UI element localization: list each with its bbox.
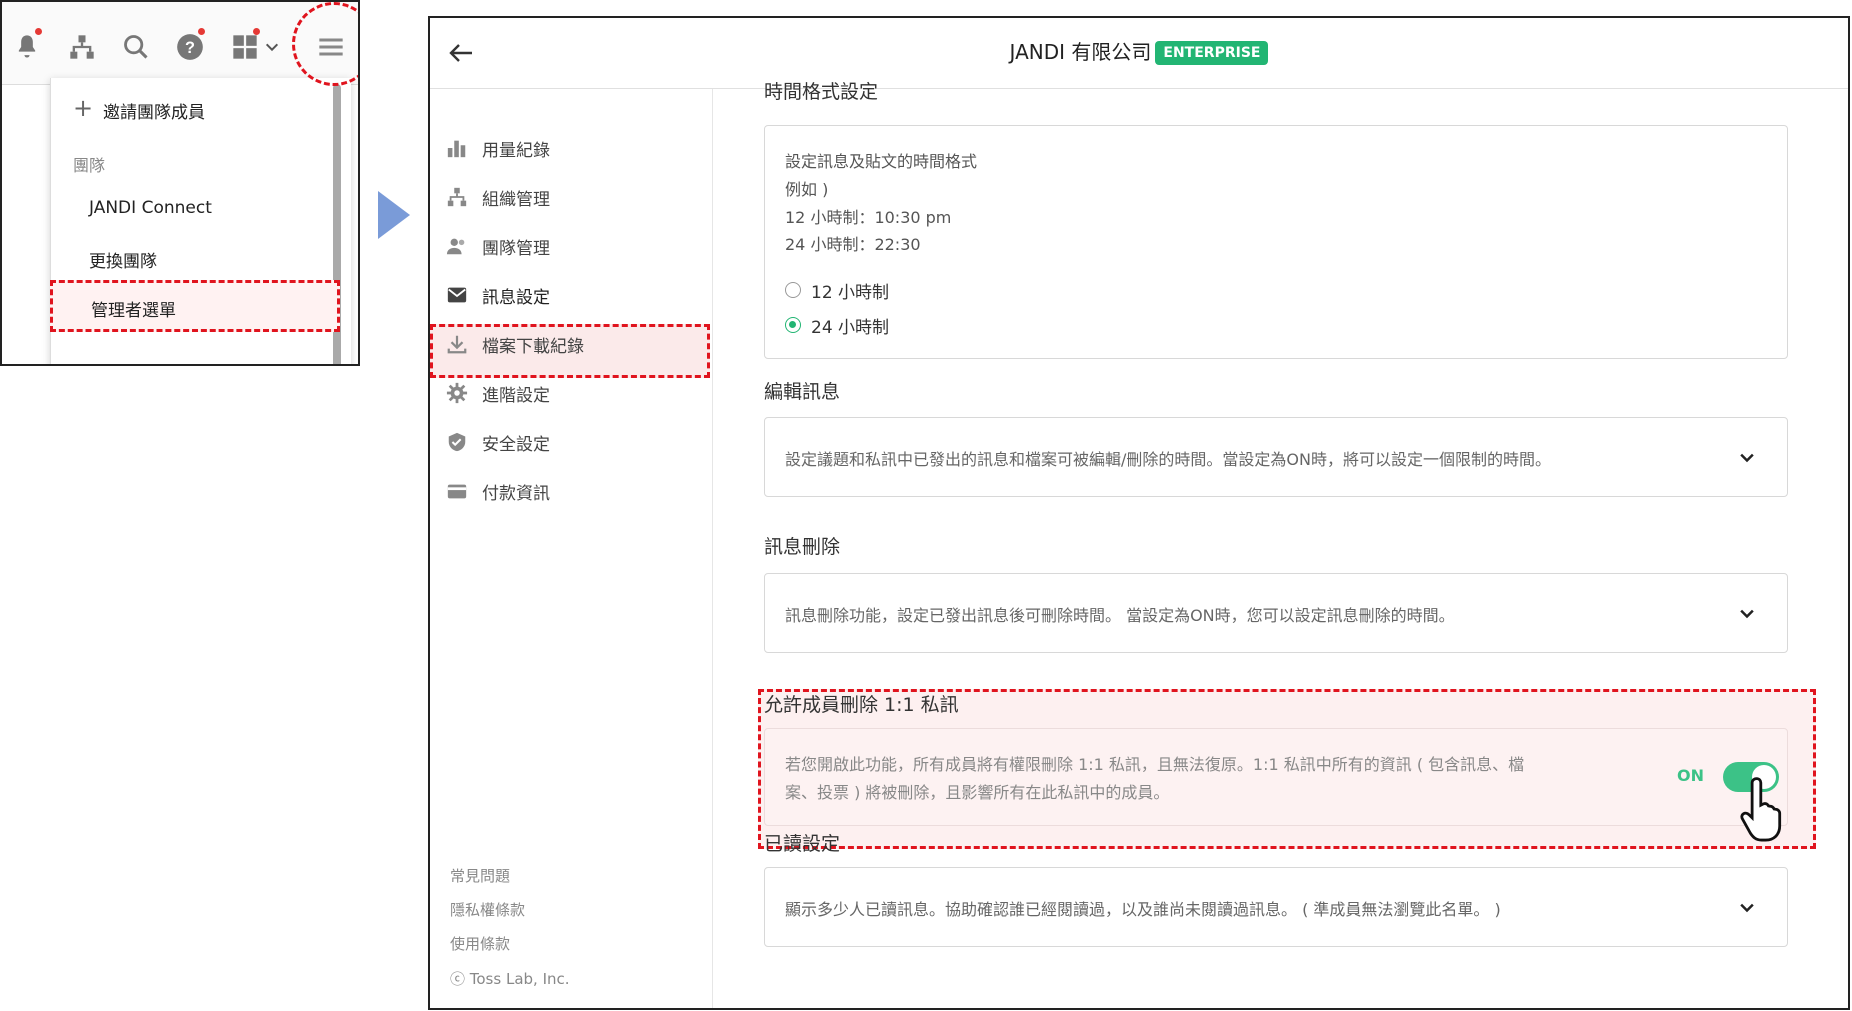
- allow-delete-dm-desc-line1: 若您開啟此功能，所有成員將有權限刪除 1:1 私訊，且無法復原。1:1 私訊中所…: [785, 755, 1525, 774]
- enterprise-badge: ENTERPRISE: [1155, 41, 1269, 65]
- sidebar-item-message-settings[interactable]: 訊息設定: [446, 279, 706, 311]
- hand-cursor-icon: [1740, 777, 1782, 842]
- sidebar-item-label: 安全設定: [482, 434, 550, 455]
- chevron-down-icon[interactable]: [1737, 604, 1757, 624]
- sidebar-item-label: 進階設定: [482, 385, 550, 406]
- page-header: JANDI 有限公司 ENTERPRISE: [430, 18, 1848, 89]
- delete-message-card[interactable]: 訊息刪除功能，設定已發出訊息後可刪除時間。 當設定為ON時，您可以設定訊息刪除的…: [764, 573, 1788, 653]
- sidebar-item-security[interactable]: 安全設定: [446, 426, 706, 458]
- sidebar-item-advanced[interactable]: 進階設定: [446, 377, 706, 409]
- sidebar-item-usage[interactable]: 用量紀錄: [446, 132, 706, 164]
- example-24h: 24 小時制：22:30: [785, 235, 921, 254]
- gear-icon: [446, 382, 468, 404]
- jandi-connect-label: JANDI Connect: [89, 198, 212, 218]
- sidebar-item-organization[interactable]: 組織管理: [446, 181, 706, 213]
- faq-link[interactable]: 常見問題: [450, 865, 510, 886]
- card-icon: [447, 484, 467, 499]
- time-format-card: 設定訊息及貼文的時間格式 例如 ) 12 小時制：10:30 pm 24 小時制…: [764, 125, 1788, 359]
- read-setting-desc: 顯示多少人已讀訊息。協助確認誰已經閱讀過，以及誰尚未閱讀過訊息。 ( 準成員無法…: [785, 900, 1501, 919]
- sidebar-item-label: 用量紀錄: [482, 140, 550, 161]
- settings-content: 時間格式設定 設定訊息及貼文的時間格式 例如 ) 12 小時制：10:30 pm…: [714, 81, 1848, 1008]
- org-chart-icon[interactable]: [67, 32, 97, 62]
- admin-settings-window: JANDI 有限公司 ENTERPRISE 用量紀錄 組織管理 團隊管理 訊息設定…: [428, 16, 1850, 1010]
- edit-message-desc: 設定議題和私訊中已發出的訊息和檔案可被編輯/刪除的時間。當設定為ON時，將可以設…: [785, 450, 1551, 469]
- chevron-down-icon[interactable]: [1737, 448, 1757, 468]
- envelope-icon: [447, 287, 467, 303]
- allow-delete-dm-card: 若您開啟此功能，所有成員將有權限刪除 1:1 私訊，且無法復原。1:1 私訊中所…: [764, 728, 1788, 842]
- time-format-title: 時間格式設定: [764, 81, 879, 103]
- admin-menu-label: 管理者選單: [91, 301, 176, 321]
- bar-chart-icon: [447, 140, 466, 158]
- chevron-down-icon[interactable]: [1737, 898, 1757, 918]
- sidebar-item-label: 訊息設定: [482, 287, 550, 308]
- team-section-label: 團隊: [73, 156, 106, 175]
- edit-message-card[interactable]: 設定議題和私訊中已發出的訊息和檔案可被編輯/刪除的時間。當設定為ON時，將可以設…: [764, 417, 1788, 497]
- org-chart-icon: [447, 187, 467, 207]
- time-format-desc: 設定訊息及貼文的時間格式: [785, 152, 978, 171]
- radio-12h[interactable]: [785, 282, 801, 298]
- terms-link[interactable]: 使用條款: [450, 933, 510, 954]
- sidebar-item-label: 組織管理: [482, 189, 550, 210]
- toggle-state-label: ON: [1677, 766, 1704, 785]
- radio-24h[interactable]: [785, 317, 801, 333]
- delete-message-desc: 訊息刪除功能，設定已發出訊息後可刪除時間。 當設定為ON時，您可以設定訊息刪除的…: [785, 606, 1455, 625]
- read-setting-title: 已讀設定: [764, 833, 841, 855]
- admin-menu-item[interactable]: 管理者選單: [50, 280, 340, 332]
- radio-24h-label: 24 小時制: [811, 318, 890, 338]
- company-name: JANDI 有限公司: [1009, 40, 1152, 64]
- admin-sidebar: 用量紀錄 組織管理 團隊管理 訊息設定 檔案下載紀錄 進階設定 安全設定 付款資…: [430, 89, 713, 1008]
- radio-12h-label: 12 小時制: [811, 283, 890, 303]
- edit-message-title: 編輯訊息: [764, 381, 841, 403]
- page-title: JANDI 有限公司 ENTERPRISE: [430, 36, 1848, 65]
- sidebar-item-file-download[interactable]: 檔案下載紀錄: [446, 328, 706, 360]
- switch-team-label: 更換團隊: [89, 252, 157, 272]
- copyright-text: ⓒ Toss Lab, Inc.: [450, 970, 570, 988]
- invite-members-label: 邀請團隊成員: [103, 103, 205, 123]
- privacy-link[interactable]: 隱私權條款: [450, 899, 525, 920]
- users-icon: [446, 238, 465, 255]
- sidebar-item-team[interactable]: 團隊管理: [446, 230, 706, 262]
- sidebar-item-label: 檔案下載紀錄: [482, 336, 584, 357]
- team-menu-panel: ? + 邀請團隊成員 團隊 JANDI Connect 更換團隊 管理者選單: [0, 0, 360, 366]
- search-icon[interactable]: [121, 32, 151, 62]
- chevron-down-icon[interactable]: [262, 32, 282, 62]
- sidebar-item-label: 付款資訊: [482, 483, 550, 504]
- allow-delete-dm-desc-line2: 案、投票 ) 將被刪除，且影響所有在此私訊中的成員。: [785, 783, 1170, 802]
- svg-text:?: ?: [185, 39, 195, 57]
- help-icon[interactable]: ?: [175, 28, 205, 62]
- bell-icon[interactable]: [12, 28, 42, 62]
- shield-icon: [448, 432, 466, 452]
- sidebar-item-payment[interactable]: 付款資訊: [446, 475, 706, 507]
- time-format-example: 例如 ): [785, 180, 829, 199]
- plus-icon: +: [73, 94, 94, 122]
- allow-delete-dm-title: 允許成員刪除 1:1 私訊: [764, 694, 959, 716]
- download-icon: [447, 335, 467, 354]
- delete-message-title: 訊息刪除: [764, 536, 841, 558]
- read-setting-card[interactable]: 顯示多少人已讀訊息。協助確認誰已經閱讀過，以及誰尚未閱讀過訊息。 ( 準成員無法…: [764, 867, 1788, 947]
- example-12h: 12 小時制：10:30 pm: [785, 208, 952, 227]
- arrow-right-icon: [378, 191, 410, 239]
- sidebar-item-label: 團隊管理: [482, 238, 550, 259]
- apps-grid-icon[interactable]: [230, 28, 260, 62]
